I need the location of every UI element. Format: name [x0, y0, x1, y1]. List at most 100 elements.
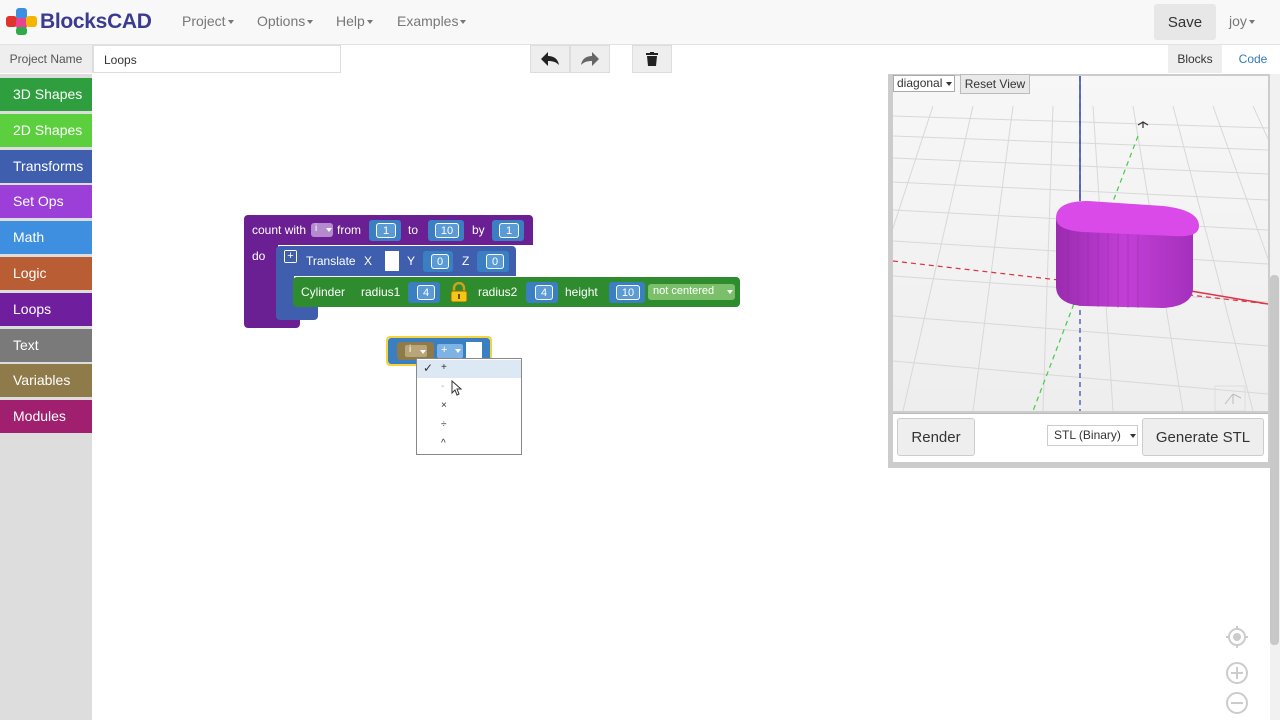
chevron-down-icon: [727, 290, 733, 294]
chevron-down-icon: [420, 350, 426, 354]
menu-project[interactable]: Project: [182, 13, 234, 29]
height-label: height: [565, 285, 598, 299]
user-name: joy: [1229, 13, 1247, 29]
lock-icon[interactable]: [450, 281, 468, 303]
operator-dropdown[interactable]: +: [437, 344, 463, 358]
redo-icon: [581, 52, 599, 66]
project-name-input[interactable]: Loops: [93, 45, 341, 73]
save-button[interactable]: Save: [1154, 4, 1216, 40]
by-value-input[interactable]: 1: [499, 223, 519, 238]
zoom-in-icon[interactable]: [1225, 661, 1249, 685]
chevron-down-icon: [366, 20, 373, 25]
redo-button[interactable]: [570, 45, 610, 73]
category-logic[interactable]: Logic: [0, 257, 92, 290]
category-modules[interactable]: Modules: [0, 400, 92, 433]
loop-from-label: from: [337, 223, 361, 237]
chevron-down-icon: [1130, 434, 1136, 438]
translate-z-label: Z: [462, 254, 470, 268]
category-set-ops[interactable]: Set Ops: [0, 185, 92, 218]
block-categories-sidebar: 3D Shapes 2D Shapes Transforms Set Ops M…: [0, 74, 92, 720]
view-mode-select[interactable]: diagonal: [893, 75, 955, 92]
translate-label: Translate: [306, 254, 356, 268]
loop-count-with-label: count with: [252, 223, 307, 237]
operator-value: +: [441, 344, 448, 356]
operator-option-label: ÷: [441, 419, 447, 430]
translate-x-empty-socket[interactable]: [381, 251, 399, 271]
loop-variable-dropdown[interactable]: i: [311, 223, 333, 237]
reset-view-button[interactable]: Reset View: [960, 74, 1030, 94]
chevron-down-icon: [1248, 20, 1255, 25]
mutator-plus-icon[interactable]: +: [284, 250, 297, 263]
logo-text: BlocksCAD: [40, 10, 152, 33]
tab-blocks[interactable]: Blocks: [1168, 45, 1222, 73]
trash-icon: [646, 52, 658, 66]
chevron-down-icon: [227, 20, 234, 25]
category-loops[interactable]: Loops: [0, 293, 92, 326]
category-transforms[interactable]: Transforms: [0, 150, 92, 183]
radius2-label: radius2: [478, 285, 518, 299]
operator-option-plus[interactable]: ✓ +: [417, 360, 521, 378]
translate-x-label: X: [364, 254, 373, 268]
operator-option-multiply[interactable]: ×: [417, 398, 521, 416]
category-variables[interactable]: Variables: [0, 364, 92, 397]
view-mode-value: diagonal: [897, 76, 943, 90]
3d-viewport[interactable]: [893, 76, 1268, 411]
category-text[interactable]: Text: [0, 329, 92, 362]
chevron-down-icon: [326, 228, 332, 232]
loop-variable-name: i: [315, 223, 318, 234]
export-format-value: STL (Binary): [1054, 428, 1121, 442]
variable-name: i: [409, 344, 412, 355]
operator-option-label: +: [441, 362, 447, 373]
zoom-out-icon[interactable]: [1225, 691, 1249, 715]
operator-option-label: ^: [441, 438, 446, 449]
menu-examples[interactable]: Examples: [397, 13, 467, 29]
user-menu[interactable]: joy: [1229, 13, 1255, 29]
export-format-select[interactable]: STL (Binary): [1047, 425, 1138, 446]
translate-block-footer: [276, 306, 318, 320]
radius2-input[interactable]: 4: [535, 285, 553, 300]
generate-stl-button[interactable]: Generate STL: [1142, 418, 1264, 456]
chevron-down-icon: [307, 20, 314, 25]
height-input[interactable]: 10: [616, 285, 640, 300]
loop-to-label: to: [408, 223, 419, 237]
page-scrollbar-thumb[interactable]: [1270, 275, 1279, 645]
chevron-down-icon: [455, 349, 461, 353]
menu-help[interactable]: Help: [336, 13, 373, 29]
loop-by-label: by: [472, 223, 485, 237]
operator-dropdown-menu: ✓ + - × ÷ ^: [416, 358, 522, 455]
category-2d-shapes[interactable]: 2D Shapes: [0, 114, 92, 147]
loop-do-label: do: [252, 249, 266, 263]
operator-option-power[interactable]: ^: [417, 436, 521, 454]
to-value-input[interactable]: 10: [435, 223, 459, 238]
cylinder-label: Cylinder: [301, 285, 346, 299]
category-math[interactable]: Math: [0, 221, 92, 254]
category-3d-shapes[interactable]: 3D Shapes: [0, 78, 92, 111]
operator-option-divide[interactable]: ÷: [417, 417, 521, 435]
delete-button[interactable]: [632, 45, 672, 73]
translate-y-label: Y: [407, 254, 416, 268]
menu-examples-label: Examples: [397, 13, 459, 29]
chevron-down-icon: [946, 82, 952, 86]
centered-value: not centered: [653, 285, 715, 297]
menu-help-label: Help: [336, 13, 365, 29]
recenter-icon[interactable]: [1225, 625, 1249, 649]
centered-dropdown[interactable]: not centered: [648, 284, 735, 300]
from-value-input[interactable]: 1: [376, 223, 396, 238]
check-icon: ✓: [423, 361, 434, 375]
render-button[interactable]: Render: [897, 418, 975, 456]
project-name-label: Project Name: [0, 45, 93, 73]
mouse-cursor-icon: [451, 380, 463, 396]
menu-project-label: Project: [182, 13, 226, 29]
undo-icon: [541, 52, 559, 66]
radius1-label: radius1: [361, 285, 401, 299]
radius1-input[interactable]: 4: [417, 285, 435, 300]
tab-code[interactable]: Code: [1226, 45, 1280, 73]
translate-z-input[interactable]: 0: [486, 254, 504, 269]
blockscad-logo[interactable]: BlocksCAD: [6, 8, 152, 36]
logo-icon: [6, 8, 38, 36]
variable-dropdown[interactable]: i: [405, 344, 427, 357]
translate-y-input[interactable]: 0: [431, 254, 449, 269]
undo-button[interactable]: [530, 45, 570, 73]
menu-options[interactable]: Options: [257, 13, 314, 29]
operator-option-minus[interactable]: -: [417, 379, 521, 397]
